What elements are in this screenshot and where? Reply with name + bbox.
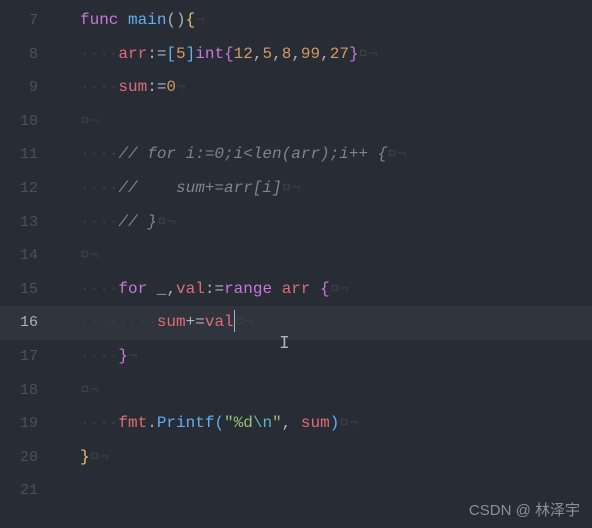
code-line[interactable]: ¤¬ [58,374,592,408]
code-line[interactable]: ····arr:=[5]int{12,5,8,99,27}¤¬ [58,38,592,72]
line-number: 8 [0,38,58,72]
line-number: 11 [0,138,58,172]
line-number: 14 [0,239,58,273]
line-number-gutter: 789101112131415161718192021 [0,0,58,528]
line-number: 19 [0,407,58,441]
line-number: 15 [0,273,58,307]
code-content-area[interactable]: func main(){¬····arr:=[5]int{12,5,8,99,2… [58,0,592,528]
line-number: 12 [0,172,58,206]
code-line[interactable]: ····for _,val:=range arr {¤¬ [58,273,592,307]
line-number: 18 [0,374,58,408]
code-line[interactable]: ····// }¤¬ [58,206,592,240]
code-line[interactable]: ········sum+=val¤¬ [58,306,592,340]
code-editor[interactable]: 789101112131415161718192021 func main(){… [0,0,592,528]
line-number: 20 [0,441,58,475]
code-line[interactable]: ····sum:=0¬ [58,71,592,105]
code-line[interactable]: ····// sum+=arr[i]¤¬ [58,172,592,206]
code-line[interactable]: ¤¬ [58,105,592,139]
code-line[interactable]: }¤¬ [58,441,592,475]
code-line[interactable]: ····}¬ [58,340,592,374]
line-number: 13 [0,206,58,240]
line-number: 9 [0,71,58,105]
code-line[interactable]: func main(){¬ [58,4,592,38]
line-number: 17 [0,340,58,374]
code-line[interactable]: ····fmt.Printf("%d\n", sum)¤¬ [58,407,592,441]
watermark-label: CSDN @ 林泽宇 [469,499,580,520]
line-number: 21 [0,474,58,508]
line-number: 16 [0,306,58,340]
code-line[interactable]: ····// for i:=0;i<len(arr);i++ {¤¬ [58,138,592,172]
code-line[interactable]: ¤¬ [58,239,592,273]
line-number: 7 [0,4,58,38]
line-number: 10 [0,105,58,139]
